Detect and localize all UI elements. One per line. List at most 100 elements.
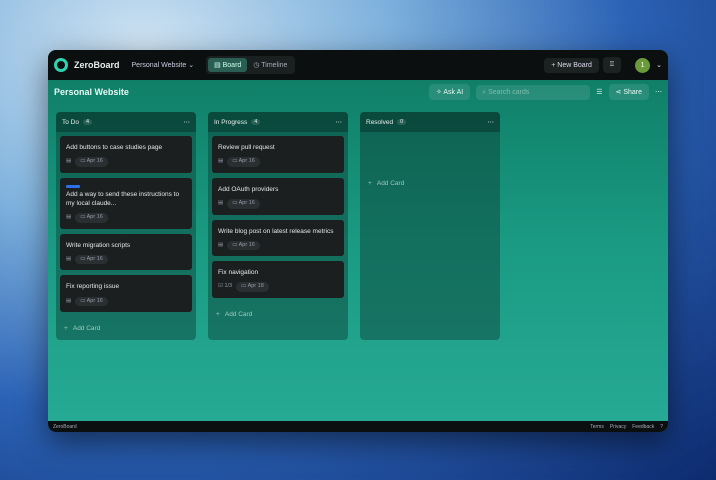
description-icon: ▤: [66, 158, 72, 165]
description-icon: ▤: [218, 199, 224, 206]
card[interactable]: Fix reporting issue ▤ ▭ Apr 16: [60, 275, 192, 313]
calendar-icon: ▭: [232, 199, 238, 206]
checklist-icon: ☑: [218, 283, 223, 290]
description-icon: ▤: [66, 297, 72, 304]
feedback-link[interactable]: Feedback: [632, 424, 654, 430]
app-name: ZeroBoard: [74, 60, 120, 70]
card-title: Add a way to send these instructions to …: [66, 190, 180, 207]
card-title: Add buttons to case studies page: [66, 144, 163, 151]
add-card-button[interactable]: + Add Card: [56, 317, 196, 334]
card-count: 0: [397, 119, 407, 125]
card-meta: ☑ 1/3 ▭ Apr 18: [218, 282, 338, 293]
column-title: To Do: [62, 118, 79, 126]
project-name: Personal Website: [131, 62, 187, 69]
calendar-icon: ▭: [80, 158, 86, 165]
due-date: ▭ Apr 18: [236, 282, 269, 293]
card-meta: ▤ ▭ Apr 16: [218, 157, 338, 167]
column-menu-icon[interactable]: ⋯: [336, 118, 343, 126]
card[interactable]: Review pull request ▤ ▭ Apr 16: [212, 136, 344, 173]
column-title: Resolved: [366, 118, 394, 126]
add-card-label: Add Card: [224, 311, 253, 319]
app-window: ZeroBoard Personal Website ⌄ ▤ Board ◷ T…: [48, 50, 668, 432]
terms-link[interactable]: Terms: [590, 424, 604, 430]
project-selector[interactable]: Personal Website ⌄: [132, 61, 195, 69]
column: To Do 4 ⋯ Add buttons to case studies page ▤…: [56, 112, 196, 341]
column-menu-icon[interactable]: ⋯: [184, 118, 191, 126]
card[interactable]: Add buttons to case studies page ▤ ▭ Apr 1…: [60, 136, 192, 173]
date-text: Apr 16: [238, 158, 255, 165]
card[interactable]: Write blog post on latest release metric…: [212, 219, 344, 257]
new-board-button[interactable]: + New Board: [544, 57, 599, 73]
button-label: Share: [623, 89, 642, 96]
card-title: Fix reporting issue: [66, 283, 120, 291]
card-title: Fix navigation: [218, 269, 259, 277]
add-card-label: Add Card: [72, 325, 101, 333]
tab-label: Board: [222, 62, 242, 69]
more-icon[interactable]: ⋯: [655, 88, 662, 96]
column-menu-icon[interactable]: ⋯: [488, 118, 495, 126]
due-date: ▭ Apr 16: [75, 296, 108, 307]
page-title: Personal Website: [54, 87, 129, 97]
due-date: ▭ Apr 16: [227, 198, 260, 209]
tab-board[interactable]: ▤ Board: [208, 58, 248, 72]
filter-icon[interactable]: ☰: [596, 88, 602, 96]
add-card-label: Add Card: [376, 180, 405, 187]
card-title: Add OAuth providers: [218, 185, 279, 193]
description-icon: ▤: [218, 158, 224, 165]
card-meta: ▤ ▭ Apr 16: [66, 296, 186, 307]
card-meta: ▤ ▭ Apr 16: [218, 198, 338, 209]
card-count: 4: [82, 119, 93, 125]
calendar-icon: ▭: [232, 241, 238, 248]
card[interactable]: Add a way to send these instructions to …: [60, 177, 192, 229]
button-label: New Board: [557, 61, 592, 69]
card[interactable]: Fix navigation ☑ 1/3 ▭ Apr 18: [212, 261, 344, 299]
card-meta: ▤ ▭ Apr 16: [218, 240, 338, 251]
calendar-icon: ▭: [80, 297, 86, 304]
view-tabs: ▤ Board ◷ Timeline: [206, 56, 296, 74]
calendar-icon: ▭: [80, 255, 86, 262]
column-header: To Do 4 ⋯: [56, 112, 196, 132]
tab-timeline[interactable]: ◷ Timeline: [247, 58, 293, 72]
calendar-icon: ▭: [80, 213, 86, 220]
card-title: Write migration scripts: [66, 241, 131, 249]
card[interactable]: Add OAuth providers ▤ ▭ Apr 16: [212, 177, 344, 215]
notifications-icon[interactable]: ⍐: [602, 57, 622, 73]
avatar[interactable]: 1: [635, 57, 651, 73]
column-header: Resolved 0 ⋯: [360, 112, 500, 132]
footer: ZeroBoard Terms Privacy Feedback ?: [48, 421, 668, 432]
column-title: In Progress: [214, 118, 248, 126]
due-date: ▭ Apr 16: [75, 157, 108, 167]
card-meta: ▤ ▭ Apr 16: [66, 157, 186, 167]
description-icon: ▤: [66, 255, 72, 262]
calendar-icon: ▭: [241, 283, 247, 290]
footer-brand: ZeroBoard: [53, 423, 77, 430]
checklist-count: 1/3: [224, 283, 233, 290]
date-text: Apr 16: [86, 158, 103, 165]
search-input[interactable]: ⌕ Search cards: [476, 84, 591, 100]
date-text: Apr 16: [86, 255, 103, 262]
share-button[interactable]: ⋖ Share: [608, 84, 649, 100]
logo-icon: [54, 58, 68, 72]
date-text: Apr 16: [238, 199, 255, 206]
chevron-down-icon[interactable]: ⌄: [656, 61, 662, 69]
board-header: Personal Website ✧ Ask AI ⌕ Search cards…: [48, 80, 668, 104]
privacy-link[interactable]: Privacy: [610, 424, 626, 430]
column-header: In Progress 4 ⋯: [208, 112, 348, 132]
tab-label: Timeline: [261, 62, 288, 69]
add-card-button[interactable]: + Add Card: [208, 303, 348, 320]
card-title: Review pull request: [218, 144, 275, 151]
board-columns: To Do 4 ⋯ Add buttons to case studies page ▤…: [48, 104, 668, 341]
column: Resolved 0 ⋯ + Add Card: [360, 112, 500, 341]
date-text: Apr 18: [247, 283, 264, 290]
add-card-button[interactable]: + Add Card: [360, 136, 500, 191]
due-date: ▭ Apr 16: [227, 157, 260, 167]
card[interactable]: Write migration scripts ▤ ▭ Apr 16: [60, 233, 192, 271]
description-icon: ▤: [218, 241, 224, 248]
column: In Progress 4 ⋯ Review pull request ▤ ▭ Apr 1…: [208, 112, 348, 341]
card-label: [66, 184, 80, 188]
date-text: Apr 16: [86, 297, 103, 304]
calendar-icon: ▭: [232, 158, 238, 165]
ask-ai-button[interactable]: ✧ Ask AI: [428, 84, 471, 100]
card-meta: ▤ ▭ Apr 16: [66, 212, 186, 223]
help-icon[interactable]: ?: [660, 424, 663, 430]
